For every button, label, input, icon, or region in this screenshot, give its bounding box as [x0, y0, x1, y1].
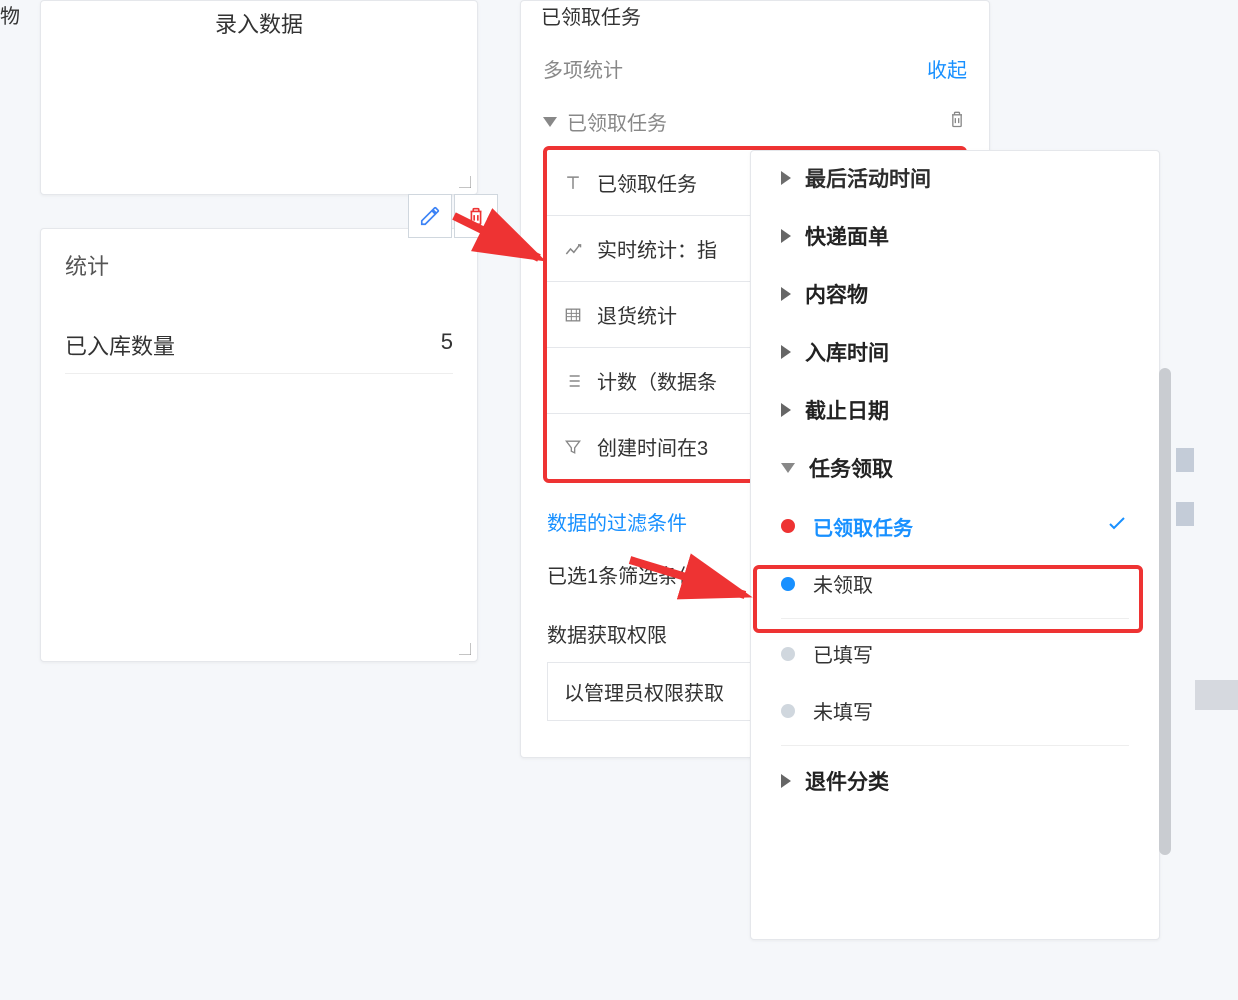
- chevron-right-icon: [781, 345, 791, 359]
- option-unclaimed[interactable]: 未领取: [751, 555, 1159, 612]
- trash-icon[interactable]: [947, 109, 967, 135]
- edit-button[interactable]: [408, 194, 452, 238]
- field-dropdown-panel: 最后活动时间 快递面单 内容物 入库时间 截止日期 任务领取 已领取任务 未领取…: [750, 150, 1160, 940]
- group-return-category[interactable]: 退件分类: [751, 752, 1159, 810]
- group-label: 最后活动时间: [805, 163, 931, 193]
- group-label: 内容物: [805, 279, 868, 309]
- option-claimed[interactable]: 已领取任务: [751, 497, 1159, 555]
- option-label: 未领取: [813, 569, 873, 598]
- multi-stat-label: 多项统计: [543, 54, 623, 83]
- group-name: 已领取任务: [567, 107, 667, 136]
- chevron-down-icon: [781, 463, 795, 473]
- option-label: 未填写: [813, 696, 873, 725]
- group-label: 入库时间: [805, 337, 889, 367]
- config-item-label: 已领取任务: [597, 168, 697, 197]
- chart-icon: [561, 237, 585, 261]
- middle-title: 已领取任务: [541, 1, 969, 30]
- status-dot-icon: [781, 519, 795, 533]
- stat-row: 已入库数量 5: [65, 317, 453, 374]
- status-dot-icon: [781, 704, 795, 718]
- stat-label: 已入库数量: [65, 329, 175, 361]
- list-icon: [561, 369, 585, 393]
- card-stats: 统计 已入库数量 5: [40, 228, 478, 662]
- chevron-right-icon: [781, 403, 791, 417]
- option-unfilled[interactable]: 未填写: [751, 682, 1159, 739]
- option-label: 已填写: [813, 639, 873, 668]
- status-dot-icon: [781, 577, 795, 591]
- chevron-right-icon: [781, 229, 791, 243]
- config-item-label: 退货统计: [597, 300, 677, 329]
- text-icon: [561, 171, 585, 195]
- status-dot-icon: [781, 647, 795, 661]
- trash-icon: [465, 205, 487, 227]
- group-label: 截止日期: [805, 395, 889, 425]
- thumbnail-icon: [1176, 448, 1194, 472]
- collapse-link[interactable]: 收起: [927, 54, 967, 83]
- group-row[interactable]: 已领取任务: [521, 97, 989, 146]
- group-task-claim[interactable]: 任务领取: [751, 439, 1159, 497]
- pencil-icon: [419, 205, 441, 227]
- group-label: 退件分类: [805, 766, 889, 796]
- group-contents[interactable]: 内容物: [751, 265, 1159, 323]
- resize-handle-icon[interactable]: [459, 176, 471, 188]
- chevron-right-icon: [781, 774, 791, 788]
- group-express-sheet[interactable]: 快递面单: [751, 207, 1159, 265]
- delete-button[interactable]: [454, 194, 498, 238]
- scrollbar[interactable]: [1159, 368, 1171, 855]
- edit-trash-toolbar: [408, 194, 498, 238]
- config-item-label: 计数（数据条: [597, 366, 717, 395]
- separator: [781, 745, 1129, 746]
- check-icon: [1105, 511, 1129, 541]
- chevron-right-icon: [781, 171, 791, 185]
- chevron-right-icon: [781, 287, 791, 301]
- group-label: 任务领取: [809, 453, 893, 483]
- resize-handle-icon[interactable]: [459, 643, 471, 655]
- thumbnail-icon: [1176, 502, 1194, 526]
- table-icon: [561, 303, 585, 327]
- group-label: 快递面单: [805, 221, 889, 251]
- option-label: 已领取任务: [813, 512, 913, 541]
- filter-icon: [561, 435, 585, 459]
- card-input-title: 录入数据: [41, 1, 477, 39]
- config-item-label: 实时统计：指: [597, 234, 717, 263]
- group-deadline[interactable]: 截止日期: [751, 381, 1159, 439]
- stat-value: 5: [441, 329, 453, 361]
- card-input-data: 录入数据: [40, 0, 478, 195]
- config-item-label: 创建时间在3: [597, 432, 708, 461]
- group-last-activity[interactable]: 最后活动时间: [751, 157, 1159, 207]
- option-filled[interactable]: 已填写: [751, 625, 1159, 682]
- separator: [781, 618, 1129, 619]
- peek-text: 物: [0, 6, 20, 28]
- card-stats-title: 统计: [65, 249, 453, 281]
- bg-block: [1195, 680, 1238, 710]
- group-inbound-time[interactable]: 入库时间: [751, 323, 1159, 381]
- chevron-down-icon: [543, 117, 557, 127]
